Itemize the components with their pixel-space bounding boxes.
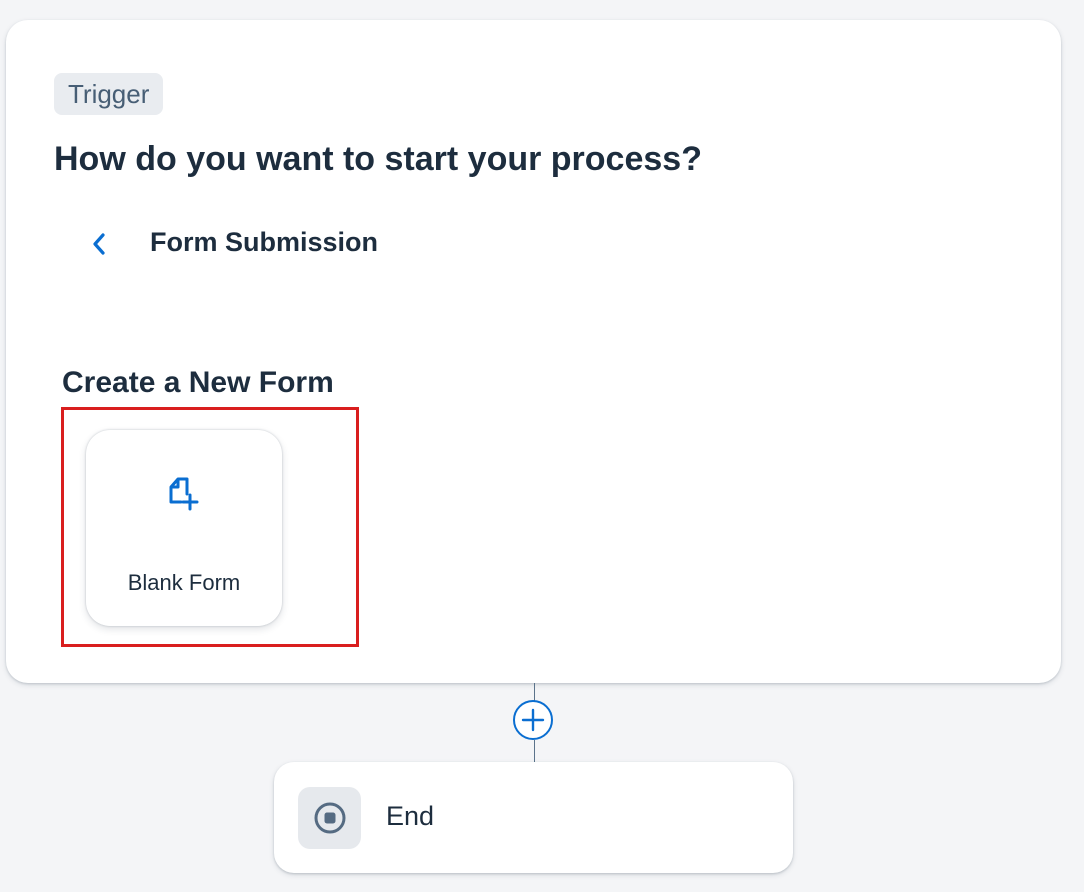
- page-title: How do you want to start your process?: [54, 140, 702, 178]
- section-title: Form Submission: [150, 227, 379, 257]
- end-icon-container: [298, 787, 361, 849]
- add-step-button[interactable]: [513, 700, 553, 740]
- add-document-icon: [169, 477, 199, 511]
- stop-circle-icon: [314, 802, 345, 834]
- back-button[interactable]: [82, 224, 116, 264]
- trigger-tag: Trigger: [54, 73, 164, 115]
- chevron-left-icon: [93, 233, 105, 255]
- connector-line-bottom: [534, 740, 535, 762]
- plus-circle-icon: [521, 708, 545, 732]
- end-step-card[interactable]: End: [274, 762, 793, 873]
- end-step-label: End: [386, 801, 435, 831]
- blank-form-tile[interactable]: Blank Form: [86, 430, 282, 626]
- trigger-card: Trigger How do you want to start your pr…: [6, 20, 1061, 683]
- blank-form-label: Blank Form: [127, 570, 241, 595]
- connector-line-top: [534, 683, 535, 701]
- create-form-heading: Create a New Form: [62, 366, 334, 399]
